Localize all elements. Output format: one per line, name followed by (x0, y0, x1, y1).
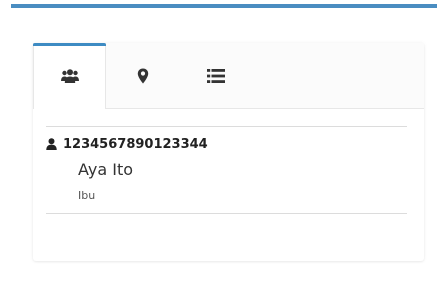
tab-bar (33, 43, 424, 109)
item-id-row: 1234567890123344 (46, 135, 208, 153)
map-marker-icon (137, 68, 149, 84)
user-icon (46, 138, 57, 150)
users-icon (60, 68, 80, 84)
tab-location[interactable] (106, 43, 179, 108)
info-panel: 1234567890123344 Aya Ito Ibu (33, 43, 424, 261)
tab-users[interactable] (33, 43, 106, 109)
tab-list[interactable] (179, 43, 252, 108)
item-id: 1234567890123344 (63, 136, 208, 152)
list-icon (206, 68, 225, 83)
item-subtitle: Ibu (78, 189, 96, 202)
list-item[interactable]: 1234567890123344 Aya Ito Ibu (46, 126, 407, 214)
top-accent-bar (11, 4, 437, 8)
item-name: Aya Ito (78, 160, 133, 179)
